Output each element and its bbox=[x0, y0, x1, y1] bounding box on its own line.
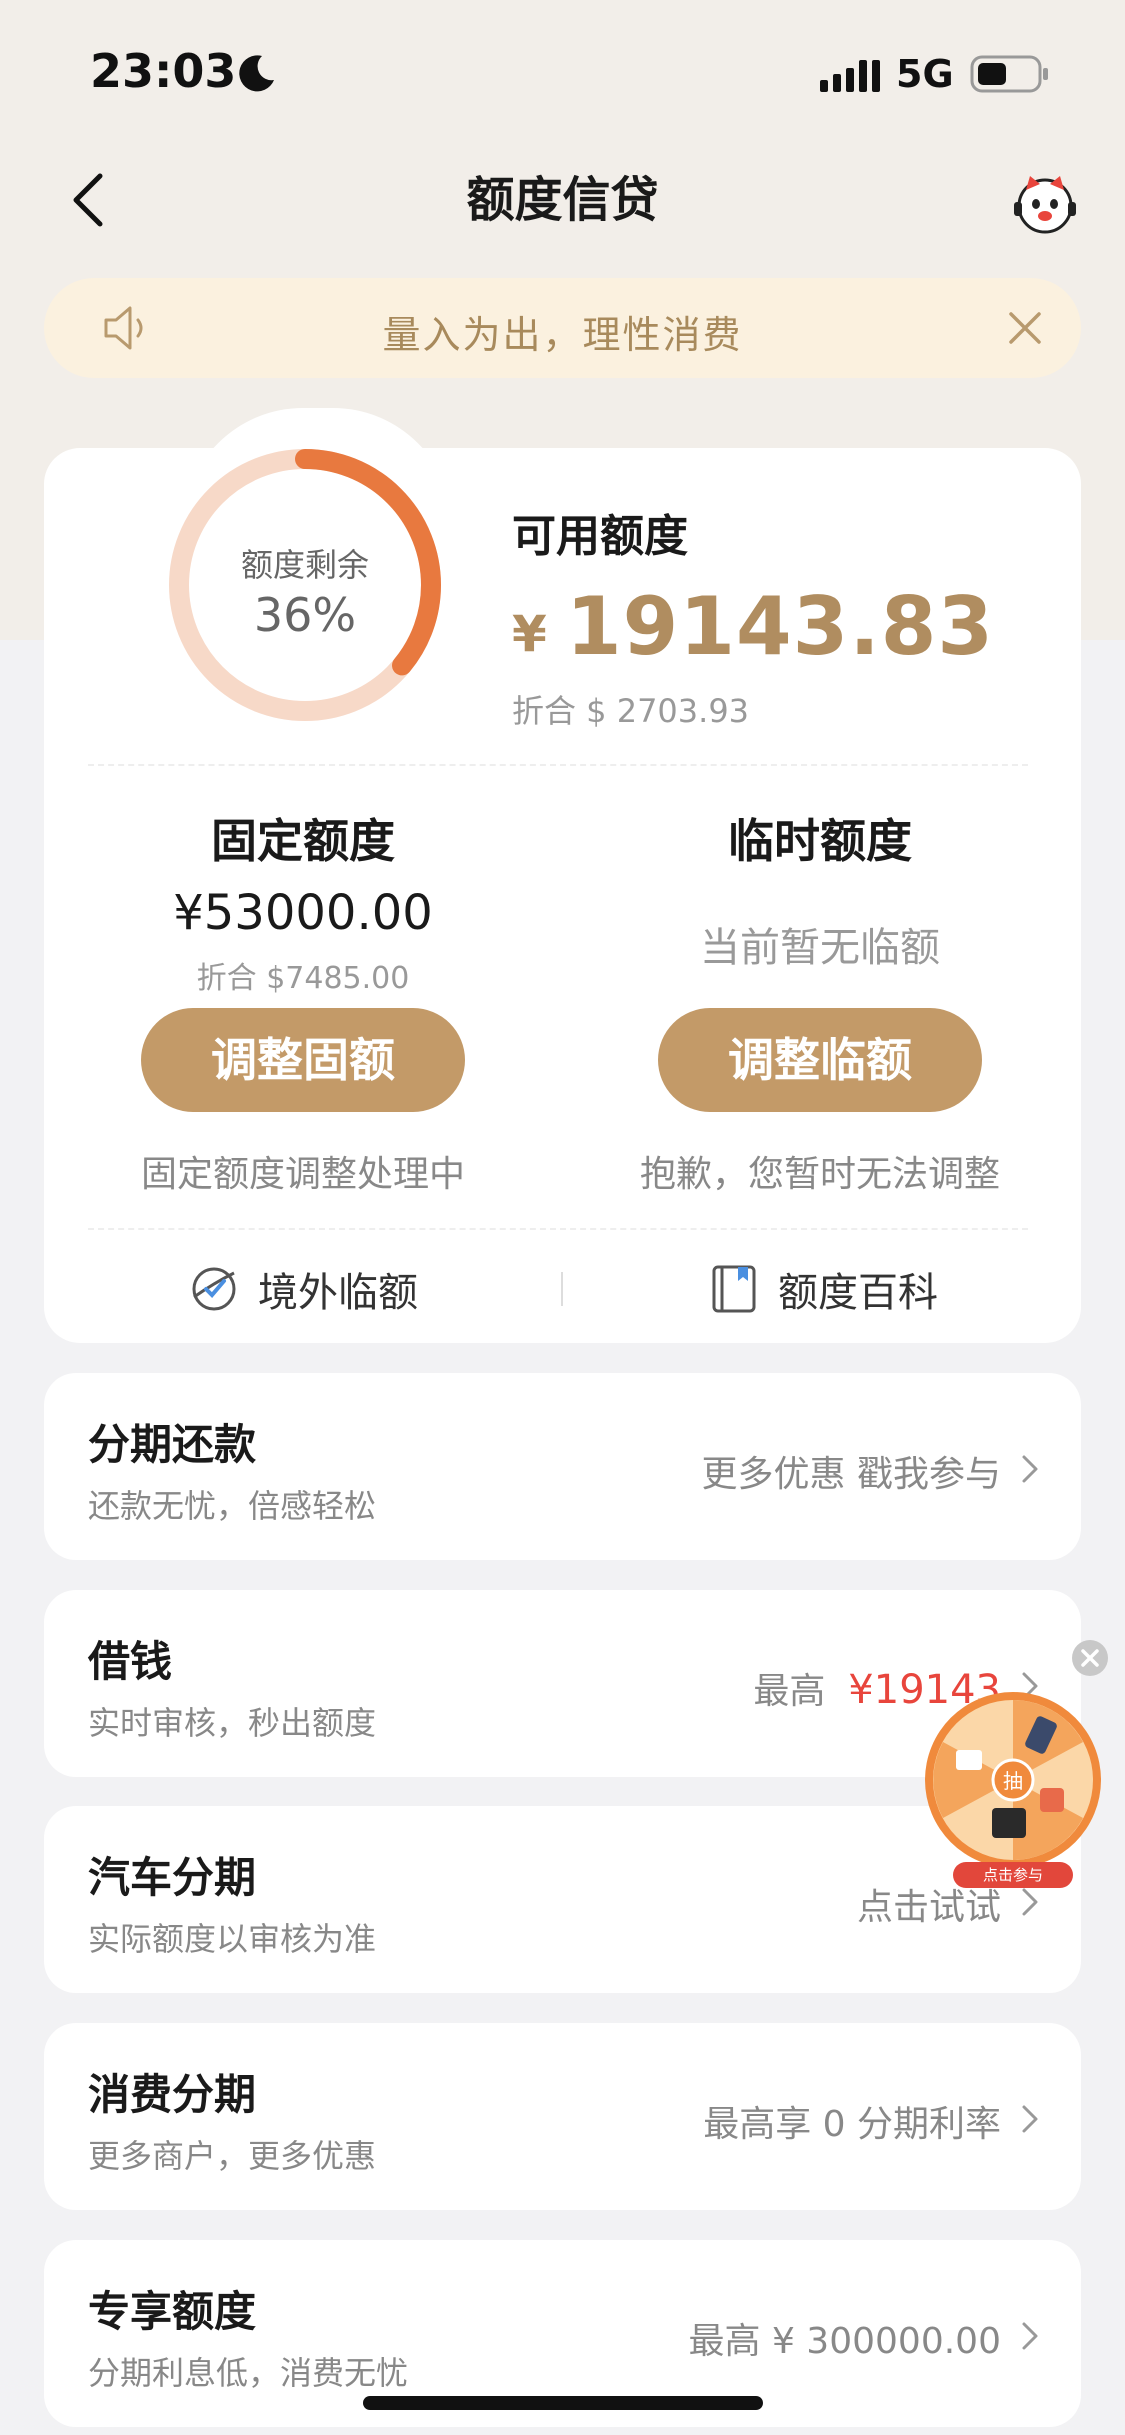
available-quota-amount: 19143.83 bbox=[566, 580, 995, 673]
list-item-consumer-installment[interactable]: 消费分期 更多商户，更多优惠 最高享 0 分期利率 bbox=[44, 2023, 1081, 2210]
adjust-fixed-quota-button[interactable]: 调整固额 bbox=[141, 1008, 465, 1112]
status-time: 23:03 bbox=[90, 44, 237, 98]
quota-encyclopedia-link[interactable]: 额度百科 bbox=[708, 1255, 988, 1325]
chevron-right-icon bbox=[1022, 1888, 1038, 1916]
quick-link-label: 额度百科 bbox=[778, 1270, 938, 1316]
temporary-quota-status: 当前暂无临额 bbox=[700, 925, 940, 971]
close-icon[interactable] bbox=[1005, 308, 1045, 348]
book-icon bbox=[712, 1265, 756, 1313]
row-title: 专享额度 bbox=[88, 2287, 257, 2336]
row-title: 消费分期 bbox=[88, 2070, 257, 2119]
moon-icon bbox=[239, 55, 274, 92]
chevron-right-icon bbox=[1022, 1455, 1038, 1483]
available-quota-label: 可用额度 bbox=[512, 511, 688, 562]
lottery-label: 点击参与 bbox=[983, 1866, 1043, 1884]
overseas-quota-link[interactable]: 境外临额 bbox=[188, 1255, 468, 1325]
lottery-wheel-widget[interactable]: 抽 点击参与 bbox=[920, 1690, 1106, 1890]
fixed-quota-title: 固定额度 bbox=[211, 814, 395, 868]
row-right-text: 最高享 0 分期利率 bbox=[703, 2104, 1001, 2145]
nav-bar: 额度信贷 bbox=[0, 150, 1125, 250]
status-bar: 23:03 5G bbox=[0, 0, 1125, 140]
close-widget-icon[interactable] bbox=[1070, 1638, 1110, 1678]
home-indicator bbox=[363, 2396, 763, 2410]
row-title: 汽车分期 bbox=[88, 1853, 257, 1902]
fixed-quota-section: 固定额度 ¥53000.00 折合 $7485.00 调整固额 固定额度调整处理… bbox=[88, 805, 518, 1205]
divider bbox=[88, 1228, 1028, 1230]
row-right-text: 更多优惠 戳我参与 bbox=[701, 1454, 1001, 1495]
battery-icon bbox=[970, 55, 1048, 93]
overseas-quota-icon bbox=[192, 1267, 236, 1311]
available-currency: ¥ bbox=[512, 605, 547, 663]
notice-text: 量入为出，理性消费 bbox=[382, 313, 743, 357]
fixed-quota-amount: ¥53000.00 bbox=[173, 885, 433, 941]
divider bbox=[88, 764, 1028, 766]
row-subtitle: 还款无忧，倍感轻松 bbox=[88, 1487, 377, 1525]
customer-service-mascot-icon[interactable] bbox=[1012, 170, 1078, 236]
row-title: 分期还款 bbox=[88, 1420, 257, 1469]
quick-link-label: 境外临额 bbox=[258, 1270, 418, 1316]
row-subtitle: 实时审核，秒出额度 bbox=[88, 1704, 377, 1742]
row-title: 借钱 bbox=[88, 1637, 173, 1686]
max-prefix: 最高 bbox=[753, 1671, 826, 1712]
ring-percent: 36% bbox=[253, 588, 357, 642]
list-item-installment-repayment[interactable]: 分期还款 还款无忧，倍感轻松 更多优惠 戳我参与 bbox=[44, 1373, 1081, 1560]
available-quota-usd: 折合 $ 2703.93 bbox=[512, 692, 750, 730]
fixed-quota-note: 固定额度调整处理中 bbox=[140, 1154, 465, 1195]
chevron-right-icon bbox=[1022, 2105, 1038, 2133]
temporary-quota-section: 临时额度 当前暂无临额 调整临额 抱歉，您暂时无法调整 bbox=[605, 805, 1035, 1205]
signal-icon bbox=[820, 60, 880, 92]
row-subtitle: 更多商户，更多优惠 bbox=[88, 2137, 377, 2175]
ring-label: 额度剩余 bbox=[240, 546, 369, 584]
row-subtitle: 实际额度以审核为准 bbox=[88, 1920, 377, 1958]
page-title: 额度信贷 bbox=[466, 172, 659, 228]
quick-links-separator bbox=[561, 1272, 563, 1306]
row-right-text: 最高 ¥ 300000.00 bbox=[688, 2321, 1001, 2362]
fixed-quota-usd: 折合 $7485.00 bbox=[196, 961, 410, 996]
notice-banner: 量入为出，理性消费 bbox=[44, 278, 1081, 378]
chevron-right-icon bbox=[1022, 2322, 1038, 2350]
temporary-quota-title: 临时额度 bbox=[728, 814, 912, 868]
adjust-temporary-quota-button[interactable]: 调整临额 bbox=[658, 1008, 982, 1112]
lottery-center-text: 抽 bbox=[1003, 1769, 1023, 1793]
row-subtitle: 分期利息低，消费无忧 bbox=[88, 2354, 409, 2392]
network-type: 5G bbox=[896, 52, 954, 96]
temporary-quota-note: 抱歉，您暂时无法调整 bbox=[639, 1154, 1000, 1195]
